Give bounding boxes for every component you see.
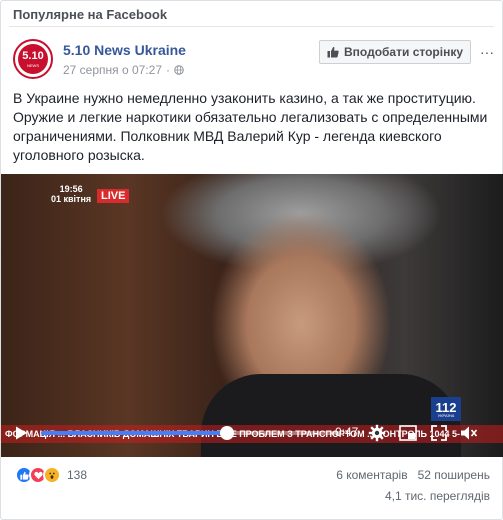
- more-options-button[interactable]: ···: [479, 44, 495, 60]
- shares-count-link[interactable]: 52 поширень: [418, 468, 490, 482]
- post-meta: 27 серпня о 07:27 ·: [63, 63, 184, 77]
- channel-logo: 112 УКРАЇНА: [431, 397, 461, 421]
- engagement-stats: 6 коментарів 52 поширень: [336, 468, 490, 482]
- progress-bar[interactable]: [41, 426, 341, 440]
- section-title: Популярне на Facebook: [13, 7, 168, 22]
- play-icon[interactable]: [13, 425, 29, 441]
- meta-separator: ·: [166, 63, 171, 77]
- like-page-button[interactable]: Вподобати сторінку: [319, 40, 471, 64]
- time-remaining: -0:47: [331, 425, 359, 439]
- live-badge: LIVE: [97, 189, 130, 203]
- reactions-summary[interactable]: 138: [15, 466, 87, 484]
- video-controls: -0:47: [1, 421, 503, 445]
- page-avatar[interactable]: 5.10 NEWS: [13, 39, 53, 79]
- volume-muted-icon[interactable]: [459, 423, 479, 443]
- post-card: Популярне на Facebook 5.10 NEWS 5.10 New…: [0, 0, 503, 520]
- progress-fill: [41, 431, 227, 435]
- reaction-count: 138: [67, 468, 88, 482]
- logo-sub: NEWS: [27, 62, 39, 68]
- logo-text: 5.10: [22, 49, 44, 62]
- divider: [9, 26, 494, 27]
- like-page-label: Вподобати сторінку: [343, 45, 464, 59]
- page-name-link[interactable]: 5.10 News Ukraine: [63, 42, 186, 58]
- post-timestamp[interactable]: 27 серпня о 07:27: [63, 63, 162, 77]
- globe-icon: [174, 65, 184, 75]
- tv-time: 19:56: [59, 184, 83, 194]
- logo: 5.10 NEWS: [18, 44, 48, 74]
- fullscreen-icon[interactable]: [429, 423, 449, 443]
- thumbs-up-icon: [327, 46, 339, 58]
- comments-count-link[interactable]: 6 коментарів: [336, 468, 407, 482]
- wow-reaction-icon: [43, 466, 61, 484]
- channel-number: 112: [435, 399, 457, 415]
- video-player[interactable]: [1, 174, 503, 457]
- channel-sub: УКРАЇНА: [437, 412, 455, 418]
- tv-date: 01 квітня: [51, 194, 92, 204]
- mini-player-icon[interactable]: [398, 423, 418, 443]
- settings-gear-icon[interactable]: [367, 423, 387, 443]
- progress-thumb[interactable]: [220, 426, 234, 440]
- post-text: В Украине нужно немедленно узаконить каз…: [13, 90, 488, 163]
- tv-clock: 19:56 01 квітня: [51, 184, 91, 204]
- views-count: 4,1 тис. переглядів: [384, 489, 490, 503]
